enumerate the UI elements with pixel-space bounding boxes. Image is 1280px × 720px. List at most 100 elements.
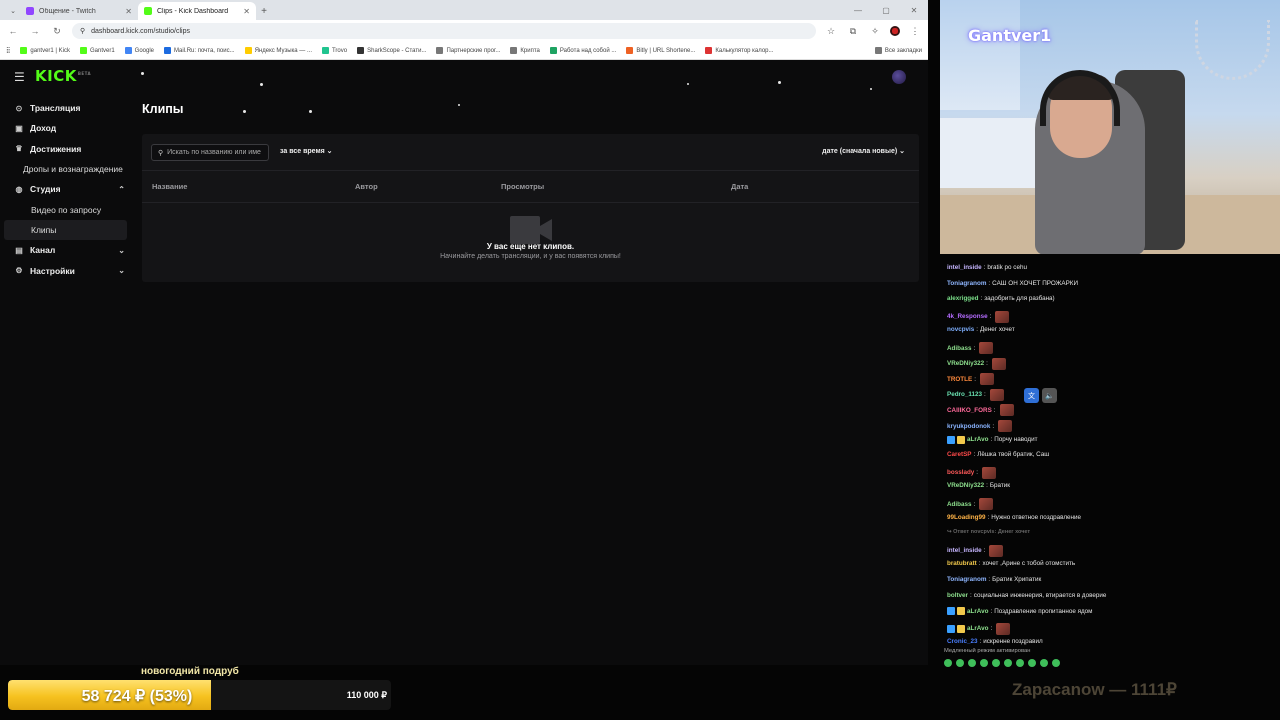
chat-username[interactable]: intel_inside	[947, 547, 982, 554]
bookmark-item[interactable]: Яндекс Музыка — ...	[244, 47, 312, 54]
emote-icon[interactable]	[944, 659, 952, 667]
hamburger-menu-icon[interactable]: ☰	[14, 70, 25, 84]
broadcast-icon: ⊙	[15, 103, 23, 113]
emote-icon[interactable]	[1016, 659, 1024, 667]
chat-separator: :	[983, 264, 986, 271]
bookmark-item[interactable]: SharkScope - Стати...	[357, 47, 426, 54]
profile-avatar[interactable]	[890, 26, 900, 36]
chat-username[interactable]: alexrigged	[947, 295, 979, 302]
donation-progress-bar: 58 724 ₽ (53%) 110 000 ₽	[8, 680, 391, 710]
column-header-author[interactable]: Автор	[355, 182, 378, 191]
chat-username[interactable]: boltver	[947, 592, 968, 599]
close-icon[interactable]: ✕	[243, 7, 250, 16]
chat-text: САШ ОН ХОЧЕТ ПРОЖАРКИ	[992, 279, 1078, 287]
bookmark-item[interactable]: Trovo	[321, 47, 347, 54]
url-bar[interactable]: ⚲ dashboard.kick.com/studio/clips	[72, 23, 816, 39]
emote-icon[interactable]	[1028, 659, 1036, 667]
menu-kebab-icon[interactable]: ⋮	[908, 26, 922, 37]
chat-username[interactable]: TROTLE	[947, 376, 972, 383]
emote-icon[interactable]	[956, 659, 964, 667]
chat-username[interactable]: Adibass	[947, 501, 972, 508]
sidebar-item-achievements[interactable]: ♛ Достижения	[0, 139, 135, 159]
chat-username[interactable]: aLrAvo	[967, 436, 988, 443]
site-info-icon[interactable]: ⚲	[80, 27, 85, 35]
sidebar-item-income[interactable]: ▣ Доход	[0, 118, 135, 138]
empty-state-title: У вас еще нет клипов.	[486, 242, 575, 251]
emote-icon[interactable]	[1040, 659, 1048, 667]
clip-search-input[interactable]: ⚲ Искать по названию или име	[151, 144, 269, 161]
chat-username[interactable]: VReDNiy322	[947, 482, 984, 489]
back-icon[interactable]: ←	[6, 26, 20, 36]
sidebar-item-channel[interactable]: ▤ Канал ⌄	[0, 240, 135, 260]
kick-logo[interactable]: KICKBETA	[35, 67, 91, 85]
sidebar-item-studio[interactable]: ◍ Студия ⌃	[0, 179, 135, 199]
chat-username[interactable]: CaretSP	[947, 451, 972, 458]
chat-username[interactable]: aLrAvo	[967, 625, 988, 632]
sidebar-item-vod[interactable]: Видео по запросу	[0, 199, 135, 219]
chat-username[interactable]: Pedro_1123	[947, 391, 982, 398]
chat-username[interactable]: CAIIIKO_FORS	[947, 407, 992, 414]
bookmark-item[interactable]: Калькулятор калор...	[705, 47, 774, 54]
user-avatar[interactable]	[892, 70, 906, 84]
bookmark-folder[interactable]: Партнерские прог...	[436, 47, 500, 54]
chat-username[interactable]: Cronic_23	[947, 638, 977, 645]
emote-icon[interactable]	[980, 659, 988, 667]
extensions-icon[interactable]: ⧉	[846, 26, 860, 37]
bookmark-item[interactable]: Google	[124, 47, 154, 54]
column-header-views[interactable]: Просмотры	[501, 182, 544, 191]
chat-username[interactable]: intel_inside	[947, 264, 982, 271]
minimize-icon[interactable]: —	[844, 0, 872, 20]
close-window-icon[interactable]: ✕	[900, 0, 928, 20]
chevron-up-icon[interactable]: ⌃	[118, 185, 125, 194]
chat-username[interactable]: bratubratt	[947, 560, 977, 567]
sort-dropdown[interactable]: дате (сначала новые) ⌄	[822, 147, 905, 155]
bookmark-item[interactable]: Gantver1	[79, 47, 115, 54]
tab-twitch[interactable]: Общение - Twitch ✕	[20, 2, 138, 20]
channel-icon: ▤	[15, 245, 23, 255]
chevron-down-icon[interactable]: ⌄	[118, 246, 125, 255]
tab-kick-clips[interactable]: Clips - Kick Dashboard ✕	[138, 2, 256, 20]
column-header-date[interactable]: Дата	[731, 182, 748, 191]
badge-icon	[947, 435, 955, 444]
column-header-title[interactable]: Название	[152, 182, 187, 191]
chat-username[interactable]: Toniagranom	[947, 280, 986, 287]
bookmark-item[interactable]: Bitly | URL Shortene...	[626, 47, 695, 54]
chat-username[interactable]: Adibass	[947, 345, 972, 352]
sidebar-item-settings[interactable]: ⚙ Настройки ⌄	[0, 260, 135, 280]
emote-icon[interactable]	[992, 659, 1000, 667]
chat-message: Pedro_1123:	[947, 388, 1004, 401]
bookmark-item[interactable]: Работа над собой ...	[549, 47, 616, 54]
emote-icon[interactable]	[1052, 659, 1060, 667]
speaker-icon[interactable]: 🔈	[1042, 388, 1057, 403]
chat-username[interactable]: kryukpodonok	[947, 423, 990, 430]
emote-icon[interactable]	[1004, 659, 1012, 667]
maximize-icon[interactable]: ▢	[872, 0, 900, 20]
chat-username[interactable]: aLrAvo	[967, 608, 988, 615]
apps-icon[interactable]: ⣿	[6, 47, 10, 54]
sidebar-item-clips[interactable]: Клипы	[4, 219, 127, 241]
forward-icon[interactable]: →	[28, 26, 42, 36]
sidebar-item-broadcast[interactable]: ⊙ Трансляция	[0, 98, 135, 118]
chat-username[interactable]: bosslady	[947, 469, 974, 476]
chat-username[interactable]: novcpvis	[947, 326, 974, 333]
reload-icon[interactable]: ↻	[50, 26, 64, 37]
bookmark-item[interactable]: Mail.Ru: почта, поис...	[164, 47, 235, 54]
chat-username[interactable]: 99Loading99	[947, 514, 986, 521]
chat-username[interactable]: Toniagranom	[947, 576, 986, 583]
new-tab-button[interactable]: +	[256, 2, 272, 20]
tab-search-icon[interactable]: ⌄	[6, 2, 20, 20]
bookmark-item[interactable]: gantver1 | Kick	[20, 47, 70, 54]
period-filter-dropdown[interactable]: за все время ⌄	[280, 147, 333, 155]
chevron-down-icon[interactable]: ⌄	[118, 266, 125, 275]
close-icon[interactable]: ✕	[125, 7, 132, 16]
emote-icon[interactable]	[968, 659, 976, 667]
bookmark-folder[interactable]: Крипта	[510, 47, 540, 54]
translate-icon[interactable]: 文	[1024, 388, 1039, 403]
all-bookmarks-folder[interactable]: Все закладки	[874, 47, 922, 54]
extension-puzzle-icon[interactable]: ✧	[868, 26, 882, 37]
sidebar-item-drops[interactable]: Дропы и вознаграждение	[0, 159, 135, 179]
bookmark-star-icon[interactable]: ☆	[824, 26, 838, 37]
snowflake	[870, 88, 872, 90]
chat-username[interactable]: 4k_Response	[947, 313, 988, 320]
chat-username[interactable]: VReDNiy322	[947, 360, 984, 367]
